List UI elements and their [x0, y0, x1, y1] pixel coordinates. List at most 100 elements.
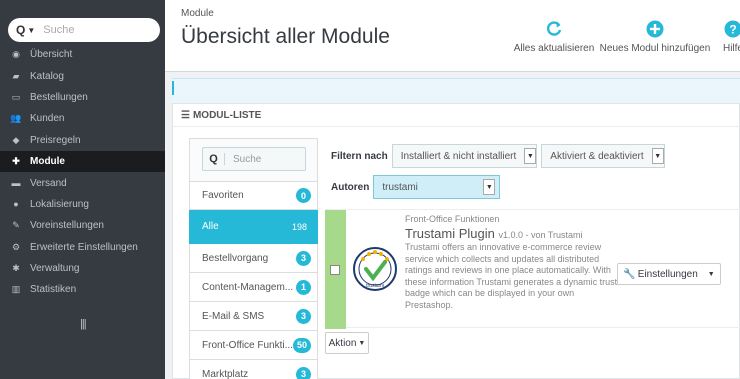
- sidebar-item-label: Statistiken: [30, 284, 77, 296]
- bulk-action-label: Aktion: [328, 337, 357, 349]
- caret-down-icon[interactable]: ▼: [708, 271, 715, 278]
- category-count-badge: 3: [296, 308, 311, 324]
- module-category: Front-Office Funktionen: [405, 214, 500, 224]
- users-icon: 👥: [10, 113, 22, 124]
- sidebar-item-preisregeln[interactable]: ◆ Preisregeln: [0, 130, 165, 151]
- configure-label: Einstellungen: [637, 268, 698, 280]
- search-icon: Q: [16, 23, 26, 37]
- category-label: Favoriten: [202, 190, 244, 201]
- module-name: Trustami Plugin: [405, 226, 495, 241]
- sidebar: Q ▼ Suche ◉ Übersicht ▰ Katalog ▭ Bestellunge…: [0, 0, 165, 379]
- wrench-icon: 🔧: [623, 268, 636, 280]
- refresh-all-button[interactable]: Alles aktualisieren: [513, 20, 595, 54]
- sidebar-item-verwaltung[interactable]: ✱ Verwaltung: [0, 258, 165, 279]
- add-module-label: Neues Modul hinzufügen: [599, 43, 711, 54]
- cog-icon: ✱: [12, 263, 20, 274]
- sidebar-item-übersicht[interactable]: ◉ Übersicht: [0, 44, 165, 65]
- svg-text:?: ?: [729, 23, 736, 37]
- author-label: Autoren: [331, 181, 370, 193]
- chevron-down-icon[interactable]: ▼: [27, 26, 35, 35]
- sidebar-item-module[interactable]: ✚ Module: [0, 150, 165, 173]
- author-value: trustami: [382, 181, 418, 193]
- help-button[interactable]: ? Hilfe: [718, 20, 740, 54]
- sidebar-item-label: Module: [30, 156, 65, 168]
- tag-icon: ◆: [12, 134, 20, 145]
- sidebar-item-erweiterte-einstellungen[interactable]: ⚙ Erweiterte Einstellungen: [0, 237, 165, 258]
- active-filter-select[interactable]: Aktiviert & deaktiviert ▼: [541, 144, 665, 168]
- install-filter-select[interactable]: Installiert & nicht installiert ▼: [391, 144, 538, 168]
- sidebar-item-label: Voreinstellungen: [30, 220, 104, 232]
- credit-card-icon: ▭: [11, 91, 21, 102]
- add-module-button[interactable]: Neues Modul hinzufügen: [599, 20, 711, 54]
- chevron-down-icon: ▼: [524, 148, 537, 164]
- category-label: Front-Office Funkti...: [202, 339, 293, 351]
- sidebar-item-label: Versand: [30, 177, 67, 189]
- configure-button[interactable]: 🔧 Einstellungen ▼: [617, 263, 721, 285]
- plus-circle-icon: [646, 20, 664, 38]
- notification-strip: [172, 78, 740, 104]
- module-description: Trustami offers an innovative e-commerce…: [405, 242, 618, 310]
- sidebar-item-kunden[interactable]: 👥 Kunden: [0, 108, 165, 129]
- breadcrumb[interactable]: Module: [181, 8, 214, 19]
- category-label: Bestellvorgang: [202, 252, 269, 264]
- dashboard-icon: ◉: [12, 49, 20, 60]
- author-filter-row: Autoren trustami ▼: [331, 175, 504, 199]
- page-header: Module Übersicht aller Module Alles aktu…: [165, 0, 740, 72]
- module-checkbox[interactable]: [330, 265, 340, 275]
- sidebar-menu: ◉ Übersicht ▰ Katalog ▭ Bestellungen 👥 Kunden ◆ P…: [0, 44, 165, 301]
- sidebar-item-statistiken[interactable]: ▥ Statistiken: [0, 279, 165, 300]
- sidebar-item-label: Kunden: [30, 113, 65, 125]
- category-search-input[interactable]: Q Suche: [202, 147, 306, 171]
- module-version: v1.0.0 - von Trustami: [498, 230, 583, 240]
- sidebar-item-bestellungen[interactable]: ▭ Bestellungen: [0, 87, 165, 108]
- search-placeholder: Suche: [43, 24, 75, 36]
- sidebar-search[interactable]: Q ▼ Suche: [8, 18, 160, 42]
- filter-label: Filtern nach: [331, 150, 388, 162]
- category-item[interactable]: Favoriten 0: [189, 181, 318, 210]
- sidebar-item-label: Bestellungen: [30, 91, 88, 103]
- panel-title: MODUL-LISTE: [192, 109, 262, 121]
- book-icon: ▰: [12, 70, 20, 81]
- chevron-down-icon: ▼: [483, 179, 496, 195]
- sidebar-item-katalog[interactable]: ▰ Katalog: [0, 65, 165, 86]
- active-filter-value: Aktiviert & deaktiviert: [550, 150, 644, 162]
- category-label: Marktplatz: [202, 368, 249, 379]
- truck-icon: ▬: [11, 178, 21, 189]
- category-count-badge: 198: [291, 221, 307, 232]
- category-item[interactable]: Bestellvorgang 3: [189, 244, 318, 273]
- refresh-all-label: Alles aktualisieren: [513, 43, 595, 54]
- category-count-badge: 0: [296, 188, 311, 203]
- category-item[interactable]: Alle 198: [189, 210, 318, 244]
- module-name-line: Trustami Plugin v1.0.0 - von Trustami: [405, 226, 583, 241]
- category-list: Q Suche Favoriten 0 Alle 198 Bestellvorgang 3…: [189, 138, 318, 379]
- category-search-wrap: Q Suche: [189, 138, 318, 181]
- list-icon: ☰: [181, 109, 190, 121]
- module-row: trustami Front-Office Funktionen Trustam…: [325, 209, 740, 329]
- category-label: Alle: [202, 221, 219, 232]
- category-item[interactable]: Front-Office Funkti... 50: [189, 331, 318, 360]
- sidebar-item-versand[interactable]: ▬ Versand: [0, 172, 165, 193]
- category-count-badge: 1: [296, 279, 311, 295]
- module-list-panel: ☰ MODUL-LISTE Q Suche Favoriten 0 Alle 198 B…: [172, 103, 740, 379]
- category-item[interactable]: E-Mail & SMS 3: [189, 302, 318, 331]
- category-item[interactable]: Content-Managem... 1: [189, 273, 318, 302]
- sidebar-item-lokalisierung[interactable]: ● Lokalisierung: [0, 194, 165, 215]
- sidebar-item-label: Preisregeln: [30, 134, 81, 146]
- puzzle-icon: ✚: [12, 156, 20, 167]
- refresh-icon: [547, 21, 562, 36]
- panel-heading: ☰ MODUL-LISTE: [173, 104, 739, 127]
- cogs-icon: ⚙: [11, 241, 21, 252]
- collapse-menu-icon[interactable]: |||: [80, 318, 87, 330]
- category-label: E-Mail & SMS: [202, 310, 265, 322]
- sidebar-item-voreinstellungen[interactable]: ✎ Voreinstellungen: [0, 215, 165, 236]
- svg-text:trustami: trustami: [366, 283, 384, 289]
- page-title: Übersicht aller Module: [181, 25, 390, 48]
- author-select[interactable]: trustami ▼: [373, 175, 501, 199]
- trustami-logo-icon: trustami: [353, 247, 397, 291]
- sidebar-item-label: Erweiterte Einstellungen: [30, 241, 138, 253]
- category-search-placeholder: Suche: [233, 153, 262, 165]
- wrench-icon: ✎: [12, 220, 20, 231]
- bulk-action-button[interactable]: Aktion ▼: [325, 332, 369, 354]
- help-label: Hilfe: [722, 43, 740, 54]
- category-item[interactable]: Marktplatz 3: [189, 360, 318, 379]
